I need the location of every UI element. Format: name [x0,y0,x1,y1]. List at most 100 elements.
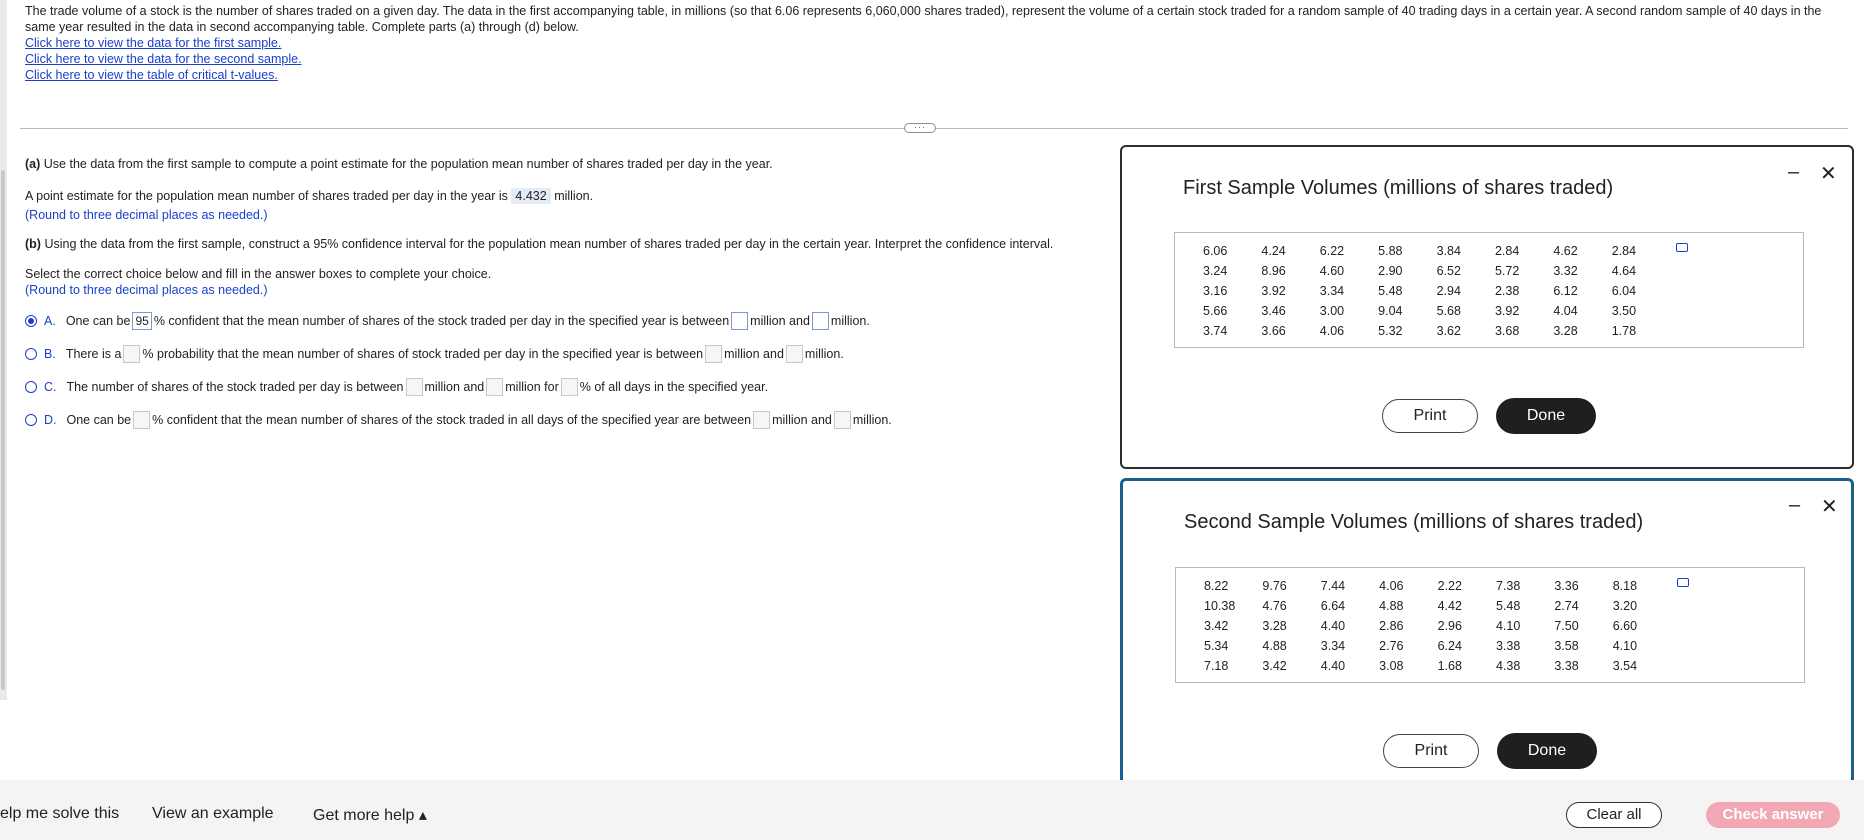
link-first-sample[interactable]: Click here to view the data for the firs… [25,35,1840,51]
table-cell: 8.96 [1261,264,1286,278]
choice-d-lower-input[interactable] [753,411,771,429]
radio-b[interactable] [25,348,37,360]
table-cell: 4.06 [1379,579,1404,593]
check-answer-button[interactable]: Check answer [1706,802,1840,828]
table-row: 3.24 8.96 4.60 2.90 6.52 5.72 3.32 4.64 [1203,261,1670,281]
print-button[interactable]: Print [1382,399,1478,433]
table-cell: 4.40 [1320,659,1346,673]
table-cell: 3.92 [1494,304,1520,318]
second-sample-table: 8.22 9.76 7.44 4.06 2.22 7.38 3.36 8.18 10.38 4.7… [1175,567,1805,683]
table-cell: 3.34 [1320,639,1346,653]
table-cell: 1.78 [1611,324,1637,338]
table-cell: 6.12 [1553,284,1578,298]
problem-text: The trade volume of a stock is the numbe… [25,4,1822,34]
table-cell: 6.04 [1611,284,1637,298]
table-cell: 3.16 [1203,284,1228,298]
table-cell: 6.64 [1320,599,1346,613]
choice-a-confidence-input[interactable]: 95 [132,312,152,330]
radio-a[interactable] [25,315,37,327]
table-row: 10.38 4.76 6.64 4.88 4.42 5.48 2.74 3.20 [1204,596,1671,616]
table-cell: 3.54 [1612,659,1638,673]
table-cell: 4.64 [1611,264,1637,278]
view-example-button[interactable]: View an example [152,805,274,823]
minimize-icon[interactable]: – [1788,161,1799,184]
table-cell: 4.42 [1437,599,1462,613]
link-t-table[interactable]: Click here to view the table of critical… [25,67,1840,83]
table-row: 5.66 3.46 3.00 9.04 5.68 3.92 4.04 3.50 [1203,301,1670,321]
table-cell: 2.86 [1379,619,1404,633]
table-cell: 3.24 [1203,264,1228,278]
table-cell: 7.44 [1320,579,1346,593]
choice-b[interactable]: B. There is a % probability that the mea… [25,345,844,363]
table-cell: 3.28 [1262,619,1287,633]
table-cell: 4.88 [1262,639,1287,653]
table-cell: 4.76 [1262,599,1287,613]
done-button[interactable]: Done [1497,733,1597,769]
clear-all-button[interactable]: Clear all [1566,802,1662,828]
table-cell: 9.04 [1378,304,1403,318]
table-cell: 5.34 [1204,639,1229,653]
second-sample-grid: 8.22 9.76 7.44 4.06 2.22 7.38 3.36 8.18 10.38 4.7… [1204,576,1671,676]
choice-c-lower-input[interactable] [405,378,423,396]
choice-b-lower-input[interactable] [705,345,723,363]
table-cell: 5.66 [1203,304,1228,318]
choice-d-confidence-input[interactable] [133,411,151,429]
table-cell: 6.24 [1437,639,1462,653]
table-cell: 2.74 [1554,599,1579,613]
table-cell: 3.66 [1261,324,1286,338]
choice-c-upper-input[interactable] [486,378,504,396]
table-cell: 5.68 [1436,304,1461,318]
radio-c[interactable] [25,381,37,393]
table-cell: 5.88 [1378,244,1403,258]
table-cell: 3.38 [1495,639,1521,653]
table-cell: 4.88 [1379,599,1404,613]
first-sample-dialog: First Sample Volumes (millions of shares… [1120,145,1854,469]
table-cell: 3.00 [1319,304,1345,318]
table-row: 8.22 9.76 7.44 4.06 2.22 7.38 3.36 8.18 [1204,576,1671,596]
table-cell: 8.18 [1612,579,1638,593]
choice-a-lower-input[interactable] [731,312,749,330]
copy-icon[interactable] [1677,578,1689,587]
table-cell: 2.22 [1437,579,1462,593]
table-cell: 5.32 [1378,324,1403,338]
close-icon[interactable]: ✕ [1820,161,1837,186]
table-cell: 3.74 [1203,324,1228,338]
choice-a[interactable]: A. One can be 95 % confident that the me… [25,312,870,330]
choice-c-percent-input[interactable] [560,378,578,396]
table-cell: 2.38 [1494,284,1520,298]
part-a-round-hint: (Round to three decimal places as needed… [25,208,268,222]
part-b-round-hint: (Round to three decimal places as needed… [25,283,268,297]
left-scrollbar[interactable] [0,0,7,700]
choice-d[interactable]: D. One can be % confident that the mean … [25,411,892,429]
choice-b-probability-input[interactable] [123,345,141,363]
problem-statement: The trade volume of a stock is the numbe… [25,3,1840,83]
help-me-solve-button[interactable]: elp me solve this [0,805,119,823]
close-icon[interactable]: ✕ [1821,494,1838,519]
divider-expand-handle[interactable]: ··· [904,123,936,133]
part-a-answer-value[interactable]: 4.432 [511,188,551,204]
choice-a-upper-input[interactable] [811,312,829,330]
copy-icon[interactable] [1676,243,1688,252]
get-more-help-button[interactable]: Get more help ▴ [313,805,427,825]
radio-d[interactable] [25,414,37,426]
link-second-sample[interactable]: Click here to view the data for the seco… [25,51,1840,67]
table-cell: 4.10 [1612,639,1638,653]
print-button[interactable]: Print [1383,734,1479,768]
choice-b-upper-input[interactable] [785,345,803,363]
first-sample-grid: 6.06 4.24 6.22 5.88 3.84 2.84 4.62 2.84 3.24 8.96… [1203,241,1670,341]
first-sample-table: 6.06 4.24 6.22 5.88 3.84 2.84 4.62 2.84 3.24 8.96… [1174,232,1804,348]
table-cell: 6.52 [1436,264,1461,278]
choice-d-upper-input[interactable] [833,411,851,429]
table-row: 3.16 3.92 3.34 5.48 2.94 2.38 6.12 6.04 [1203,281,1670,301]
second-sample-title: Second Sample Volumes (millions of share… [1184,511,1644,533]
minimize-icon[interactable]: – [1789,494,1800,517]
table-cell: 10.38 [1204,599,1236,613]
done-button[interactable]: Done [1496,398,1596,434]
table-cell: 9.76 [1262,579,1287,593]
table-cell: 4.40 [1320,619,1346,633]
choice-c[interactable]: C. The number of shares of the stock tra… [25,378,768,396]
scrollbar-thumb[interactable] [1,170,5,690]
table-row: 5.34 4.88 3.34 2.76 6.24 3.38 3.58 4.10 [1204,636,1671,656]
table-cell: 5.48 [1495,599,1521,613]
table-cell: 3.20 [1612,599,1638,613]
